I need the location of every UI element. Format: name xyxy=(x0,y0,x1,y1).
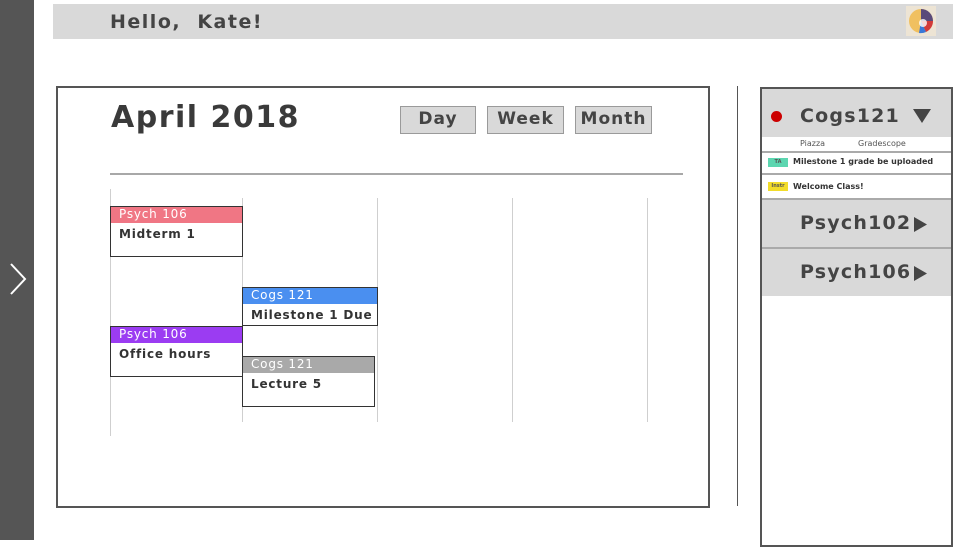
left-nav-rail xyxy=(0,0,34,540)
calendar-event[interactable]: Psych 106 Midterm 1 xyxy=(110,206,243,257)
course-item-psych102[interactable]: Psych102 xyxy=(762,200,951,247)
top-bar: Hello, Kate! xyxy=(53,4,953,39)
course-links: Piazza Gradescope xyxy=(762,137,951,151)
month-title: April 2018 xyxy=(111,100,300,135)
event-course: Psych 106 xyxy=(111,207,242,223)
announcement-item[interactable]: Instr Welcome Class! xyxy=(762,176,951,198)
triangle-right-icon[interactable] xyxy=(913,216,928,233)
day-column-line xyxy=(512,198,513,422)
greeting-text: Hello, Kate! xyxy=(110,11,263,33)
event-title: Lecture 5 xyxy=(251,377,322,391)
event-title: Milestone 1 Due xyxy=(251,308,373,322)
week-view-button[interactable]: Week xyxy=(487,106,564,134)
piazza-link[interactable]: Piazza xyxy=(800,139,825,148)
announcement-text: Welcome Class! xyxy=(793,182,864,191)
calendar-panel: April 2018 Day Week Month Psych 106 Midt… xyxy=(56,86,710,508)
ta-tag: TA xyxy=(768,158,788,167)
course-name: Psych102 xyxy=(800,212,912,234)
event-course: Cogs 121 xyxy=(243,288,377,304)
course-item-psych106[interactable]: Psych106 xyxy=(762,249,951,296)
status-dot xyxy=(771,111,782,122)
event-course: Psych 106 xyxy=(111,327,242,343)
month-view-button[interactable]: Month xyxy=(575,106,652,134)
chevron-right-icon[interactable] xyxy=(8,262,28,296)
event-course: Cogs 121 xyxy=(243,357,374,373)
panel-divider xyxy=(737,86,738,506)
divider xyxy=(762,173,951,175)
course-name: Psych106 xyxy=(800,261,912,283)
gradescope-link[interactable]: Gradescope xyxy=(858,139,906,148)
calendar-event[interactable]: Cogs 121 Lecture 5 xyxy=(242,356,375,407)
instructor-tag: Instr xyxy=(768,182,788,191)
triangle-down-icon[interactable] xyxy=(912,108,932,124)
announcement-text: Milestone 1 grade be uploaded xyxy=(793,157,934,166)
calendar-event[interactable]: Psych 106 Office hours xyxy=(110,326,243,377)
course-panel: Cogs121 Piazza Gradescope TA Milestone 1… xyxy=(760,87,953,547)
triangle-right-icon[interactable] xyxy=(913,265,928,282)
course-name: Cogs121 xyxy=(800,105,900,127)
calendar-event[interactable]: Cogs 121 Milestone 1 Due xyxy=(242,287,378,326)
announcement-item[interactable]: TA Milestone 1 grade be uploaded xyxy=(762,153,951,175)
day-column-line xyxy=(647,198,648,422)
user-avatar-icon[interactable] xyxy=(906,6,936,36)
title-divider xyxy=(110,173,683,175)
event-title: Midterm 1 xyxy=(119,227,196,241)
day-view-button[interactable]: Day xyxy=(400,106,476,134)
event-title: Office hours xyxy=(119,347,212,361)
